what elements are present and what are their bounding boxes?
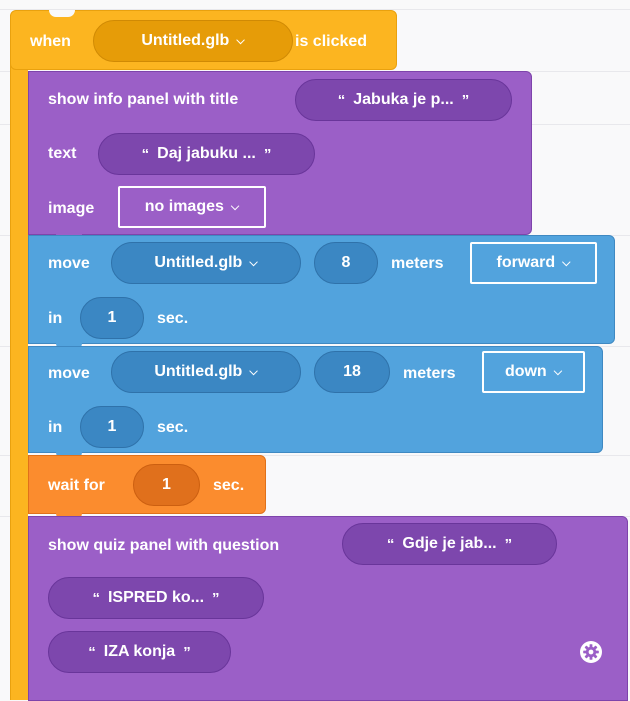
quote-close: ” (263, 145, 272, 163)
quote-open: “ (337, 91, 346, 109)
chevron-down-icon: ⌵ (249, 256, 258, 269)
quote-close: ” (461, 91, 470, 109)
move-duration-input[interactable]: 1 (80, 297, 144, 339)
quiz-panel-header-label: show quiz panel with question (48, 537, 280, 554)
quiz-question-input[interactable]: “ Gdje je jab... ” (342, 523, 557, 565)
move-distance-value: 18 (343, 363, 361, 380)
is-clicked-label: is clicked (295, 33, 368, 50)
quote-open: “ (386, 535, 395, 553)
chevron-down-icon: ⌵ (553, 365, 563, 378)
info-text-label: text (48, 145, 77, 162)
move-duration-input[interactable]: 1 (80, 406, 144, 448)
move-duration-value: 1 (107, 309, 117, 326)
quote-close: ” (504, 535, 513, 553)
move-object-dropdown[interactable]: Untitled.glb ⌵ (111, 351, 301, 393)
move-block-1[interactable]: move Untitled.glb ⌵ 8 meters forward ⌵ i… (28, 235, 615, 344)
info-title-value: Jabuka je p... (353, 91, 454, 108)
quote-close: ” (212, 589, 220, 607)
move-label: move (48, 255, 90, 272)
sec-label: sec. (157, 310, 189, 327)
wait-block[interactable]: wait for 1 sec. (28, 455, 266, 514)
sec-label: sec. (157, 419, 189, 436)
quiz-answer-input-2[interactable]: “ IZA konja ” (48, 631, 231, 673)
sec-label: sec. (213, 477, 245, 494)
quiz-answer-value-1: ISPRED ko... (107, 589, 205, 606)
move-object-dropdown[interactable]: Untitled.glb ⌵ (111, 242, 301, 284)
quiz-answer-input-1[interactable]: “ ISPRED ko... ” (48, 577, 264, 619)
chevron-down-icon: ⌵ (562, 256, 571, 269)
info-panel-header-label: show info panel with title (48, 91, 239, 108)
move-object-value: Untitled.glb (154, 363, 243, 380)
direction-value: down (504, 363, 547, 380)
chevron-down-icon: ⌵ (249, 365, 258, 378)
move-object-value: Untitled.glb (154, 254, 243, 271)
direction-dropdown[interactable]: down ⌵ (482, 351, 585, 393)
meters-label: meters (391, 255, 444, 272)
direction-value: forward (496, 254, 556, 271)
in-label: in (48, 419, 63, 436)
quiz-question-value: Gdje je jab... (402, 535, 497, 552)
event-block-notch (49, 10, 75, 17)
wait-for-label: wait for (48, 477, 105, 494)
info-panel-block[interactable]: show info panel with title “ Jabuka je p… (28, 71, 532, 235)
when-label: when (30, 33, 71, 50)
info-text-value: Daj jabuku ... (157, 145, 256, 162)
quote-close: ” (183, 643, 191, 661)
wait-duration-value: 1 (162, 476, 171, 493)
move-block-2[interactable]: move Untitled.glb ⌵ 18 meters down ⌵ in … (28, 346, 603, 453)
quiz-panel-block[interactable]: show quiz panel with question “ Gdje je … (28, 516, 628, 701)
move-duration-value: 1 (107, 418, 117, 435)
move-distance-input[interactable]: 18 (314, 351, 390, 393)
quote-open: “ (88, 643, 96, 661)
quiz-answer-value-2: IZA konja (103, 643, 176, 660)
move-label: move (48, 365, 90, 382)
chevron-down-icon: ⌵ (230, 200, 240, 213)
gear-icon[interactable] (577, 638, 605, 666)
gear-icon-graphic (580, 641, 602, 663)
event-block[interactable]: when Untitled.glb ⌵ is clicked (10, 10, 397, 70)
info-title-input[interactable]: “ Jabuka je p... ” (295, 79, 512, 121)
move-distance-input[interactable]: 8 (314, 242, 378, 284)
direction-dropdown[interactable]: forward ⌵ (470, 242, 597, 284)
chevron-down-icon: ⌵ (236, 34, 245, 47)
in-label: in (48, 310, 63, 327)
meters-label: meters (403, 365, 456, 382)
model-dropdown[interactable]: Untitled.glb ⌵ (93, 20, 293, 62)
model-dropdown-value: Untitled.glb (141, 32, 230, 49)
quote-open: “ (141, 145, 150, 163)
move-distance-value: 8 (341, 254, 351, 271)
quote-open: “ (92, 589, 100, 607)
info-text-input[interactable]: “ Daj jabuku ... ” (98, 133, 315, 175)
info-image-label: image (48, 200, 95, 217)
wait-duration-input[interactable]: 1 (133, 464, 200, 506)
event-block-spine (10, 60, 28, 700)
image-dropdown[interactable]: no images ⌵ (118, 186, 266, 228)
image-dropdown-value: no images (144, 198, 224, 215)
